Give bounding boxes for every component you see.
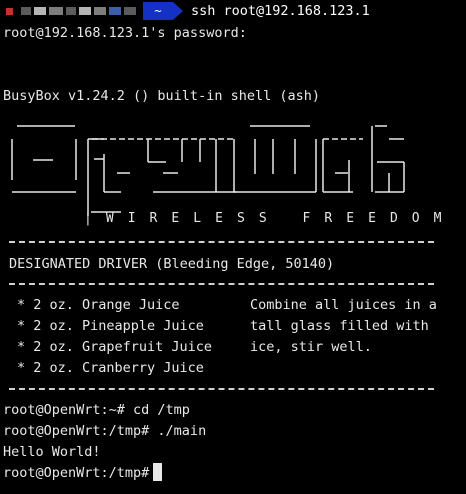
directory-segment: ~ [143, 2, 173, 20]
redacted-segment [21, 7, 31, 15]
instruction-line: Combine all juices in a [250, 297, 437, 313]
instruction-line: tall glass filled with [250, 318, 429, 334]
release-name: DESIGNATED DRIVER (Bleeding Edge, 50140) [9, 256, 335, 272]
redacted-segment [34, 7, 46, 15]
prompt-bar: ~ ssh root@192.168.123.1 [0, 0, 466, 22]
redacted-segment [109, 7, 121, 15]
recipe-line: * 2 oz. Grapefruit Juice [17, 339, 213, 355]
powerline-arrow-icon [173, 2, 183, 20]
divider [9, 388, 434, 390]
redacted-segment [79, 7, 91, 15]
redacted-segment [49, 7, 63, 15]
text-cursor[interactable] [153, 463, 162, 481]
divider [9, 241, 434, 243]
redacted-segment [124, 7, 136, 15]
recipe-line: * 2 oz. Pineapple Juice [17, 318, 204, 334]
recipe-line: * 2 oz. Orange Juice [17, 297, 180, 313]
recipe-line: * 2 oz. Cranberry Juice [17, 360, 204, 376]
program-output: Hello World! [3, 444, 101, 460]
tagline: | W I R E L E S S F R E E D O M [84, 211, 445, 226]
redacted-segment [94, 7, 106, 15]
command-line: root@OpenWrt:/tmp# ./main [3, 423, 207, 439]
shell-banner: BusyBox v1.24.2 () built-in shell (ash) [3, 88, 320, 104]
command-line: root@OpenWrt:~# cd /tmp [3, 402, 190, 418]
status-indicator-icon [6, 7, 13, 15]
instruction-line: ice, stir well. [250, 339, 372, 355]
ssh-command: ssh root@192.168.123.1 [191, 3, 370, 19]
redacted-segment [66, 7, 76, 15]
terminal-window[interactable]: ~ ssh root@192.168.123.1 root@192.168.12… [0, 0, 466, 494]
home-directory-label: ~ [154, 4, 162, 18]
divider [9, 283, 434, 285]
current-prompt[interactable]: root@OpenWrt:/tmp# [3, 465, 157, 481]
password-prompt: root@192.168.123.1's password: [3, 25, 247, 41]
